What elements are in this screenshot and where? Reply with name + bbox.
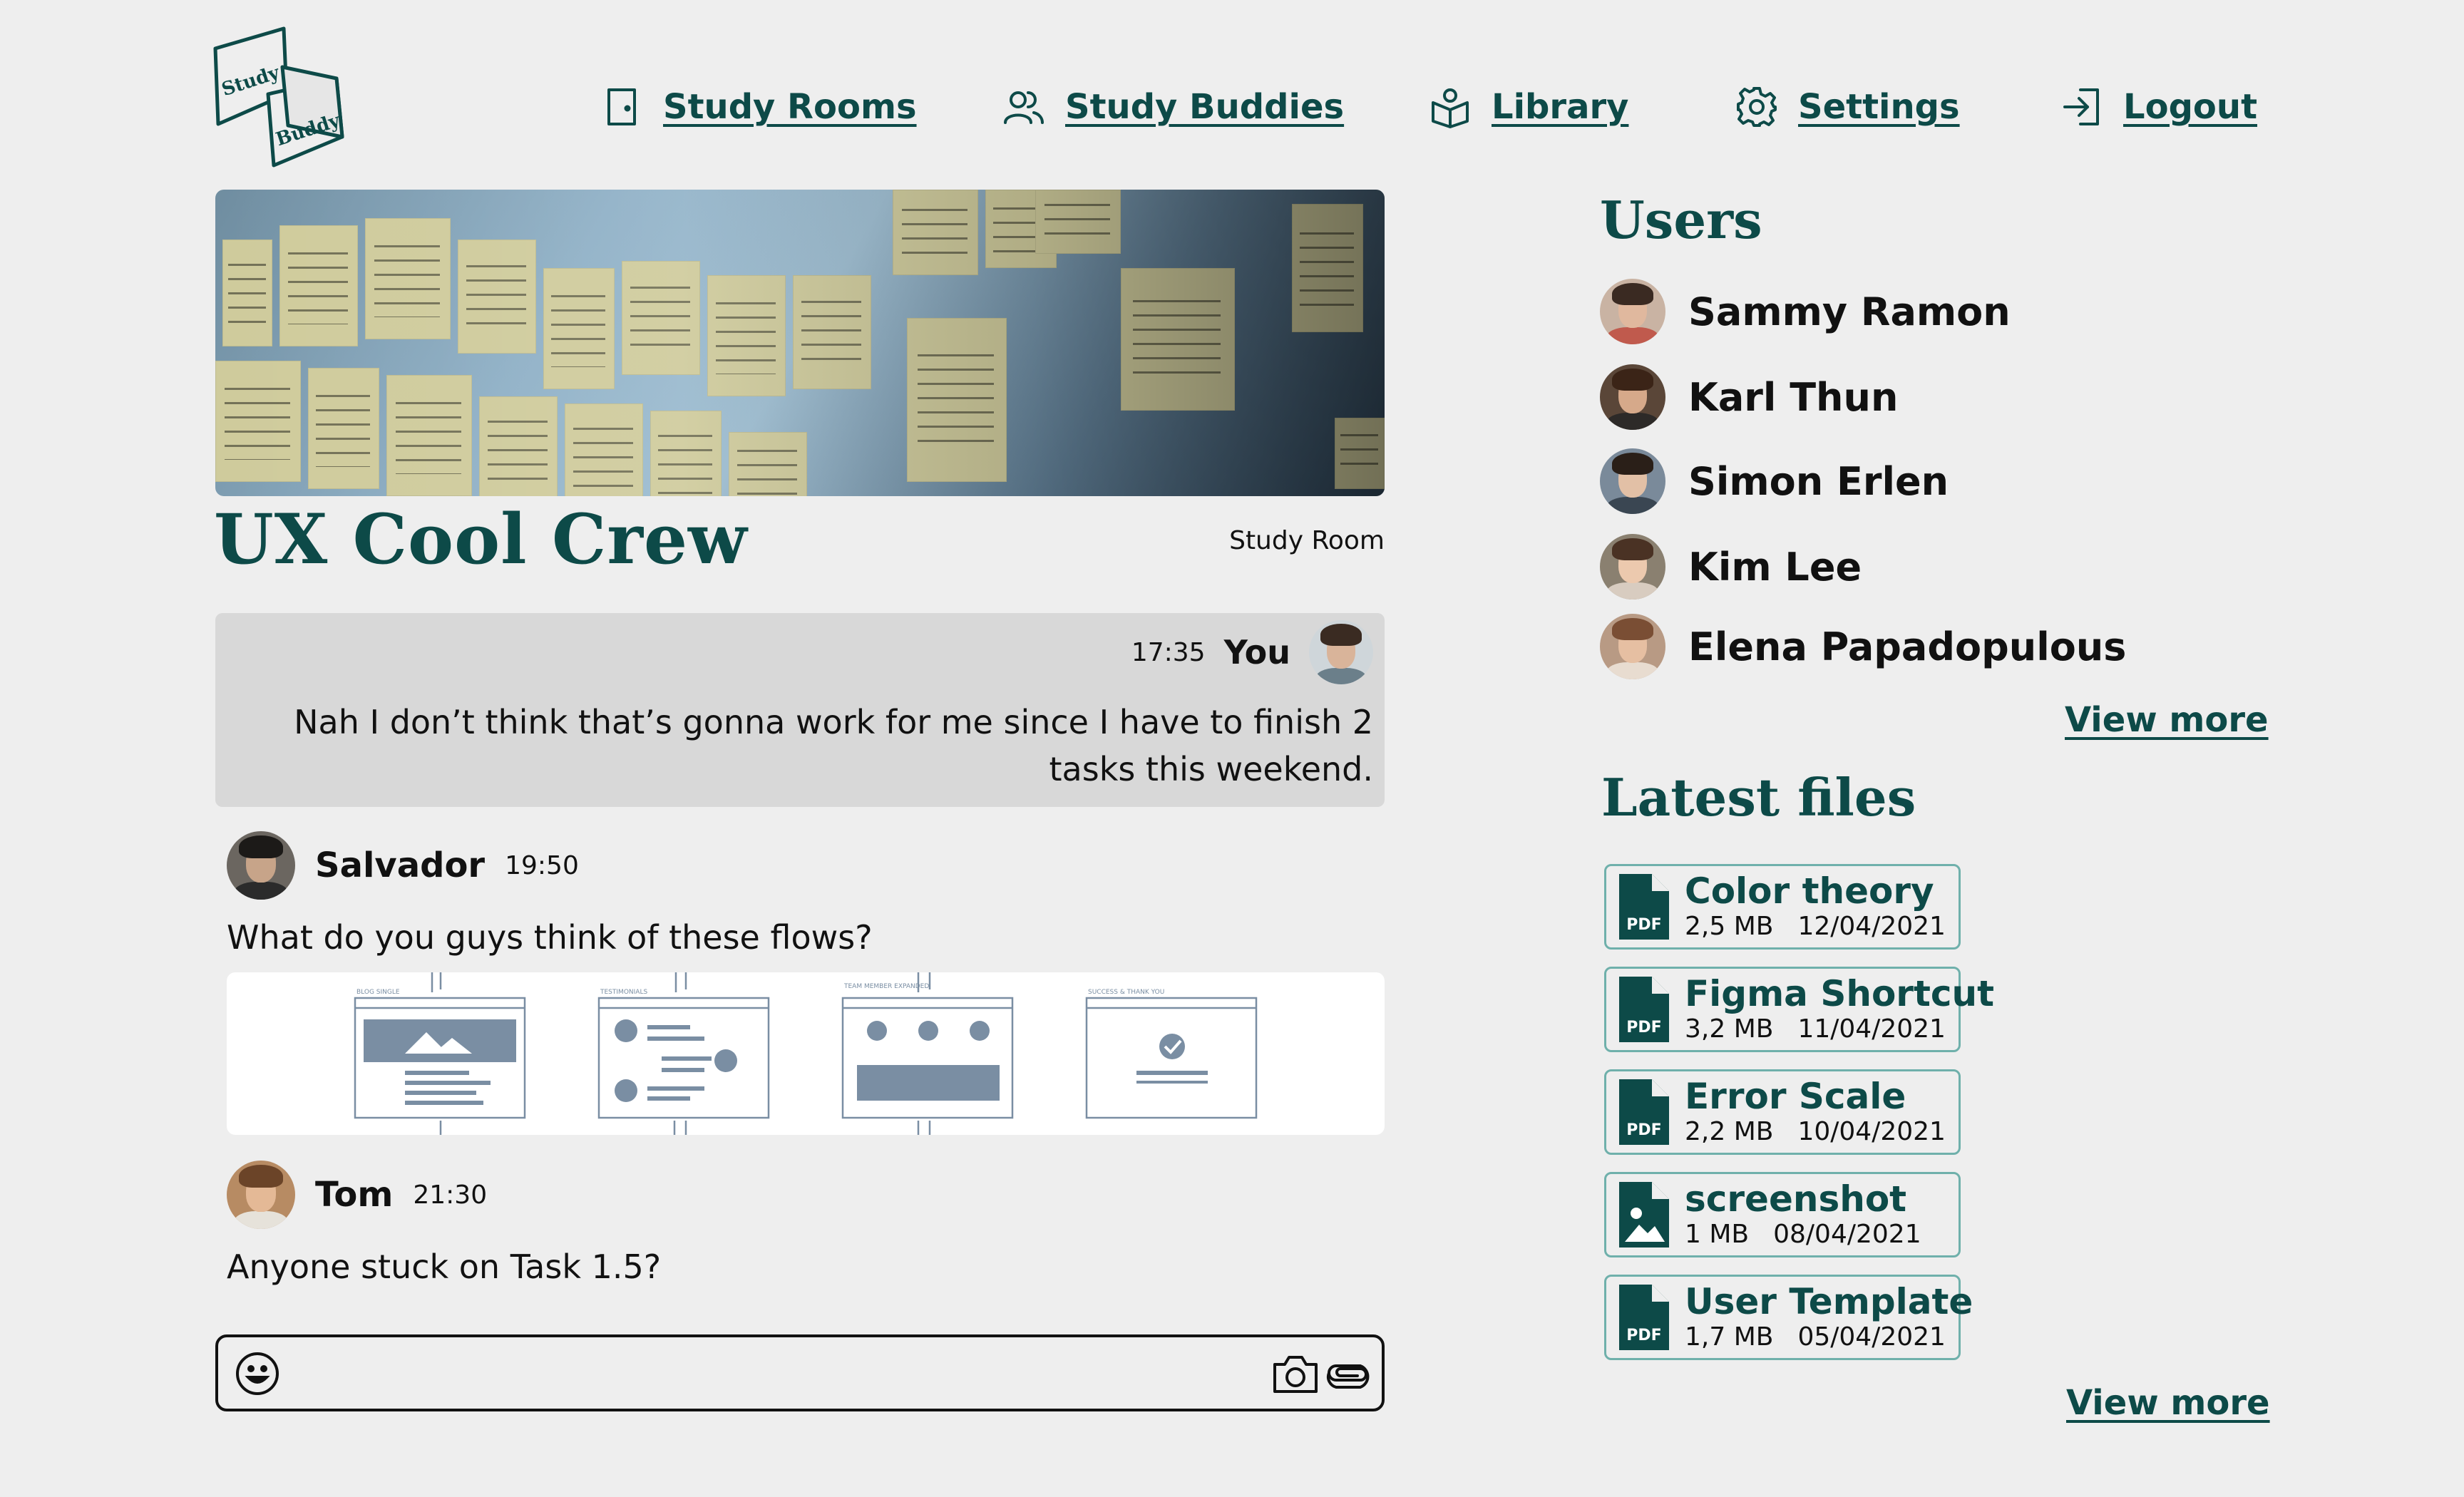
file-name: User Template	[1685, 1281, 1973, 1322]
nav-label: Logout	[2123, 87, 2258, 127]
pdf-file-icon: PDF	[1619, 1285, 1669, 1350]
message-mine: 17:35 You Nah I don’t think that’s gonna…	[215, 613, 1385, 807]
files-section-title: Latest files	[1601, 767, 1916, 828]
file-size: 1 MB	[1685, 1220, 1750, 1249]
room-type-label: Study Room	[1229, 526, 1385, 555]
file-name: screenshot	[1685, 1178, 1907, 1220]
file-card[interactable]: PDF Color theory 2,5 MB 12/04/2021	[1604, 864, 1961, 950]
study-buddy-logo[interactable]: Study Buddy	[211, 26, 346, 168]
nav-settings[interactable]: Settings	[1735, 78, 1960, 135]
file-card[interactable]: PDF Error Scale 2,2 MB 10/04/2021	[1604, 1069, 1961, 1155]
file-name: Error Scale	[1685, 1076, 1906, 1117]
pdf-file-icon: PDF	[1619, 874, 1669, 940]
nav-label: Study Rooms	[663, 87, 917, 127]
user-row[interactable]: Simon Erlen	[1600, 448, 1949, 515]
message-text: Nah I don’t think that’s gonna work for …	[294, 703, 1373, 788]
message-tom: Tom 21:30 Anyone stuck on Task 1.5?	[227, 1161, 661, 1286]
camera-icon[interactable]	[1272, 1352, 1319, 1396]
flow-label: BLOG SINGLE	[356, 989, 400, 996]
flows-wireframe: BLOG SINGLE TESTIMONIALS TEAM MEMBER EXP…	[354, 972, 1258, 1135]
image-file-icon	[1619, 1182, 1669, 1248]
file-date: 12/04/2021	[1797, 912, 1946, 941]
message-input[interactable]	[297, 1347, 1245, 1399]
message-salvador: Salvador 19:50 What do you guys think of…	[227, 831, 873, 957]
door-icon	[607, 88, 636, 125]
file-size: 2,2 MB	[1685, 1117, 1774, 1146]
message-composer	[215, 1334, 1385, 1411]
user-row[interactable]: Kim Lee	[1600, 533, 1862, 600]
flow-label: SUCCESS & THANK YOU	[1088, 989, 1164, 996]
message-author: Tom	[315, 1175, 394, 1215]
avatar-sammy-ramon	[1600, 279, 1665, 344]
nav-label: Study Buddies	[1065, 87, 1345, 127]
message-author: Salvador	[315, 845, 486, 885]
user-row[interactable]: Karl Thun	[1600, 364, 1898, 431]
flow-label: TESTIMONIALS	[600, 989, 647, 996]
user-row[interactable]: Elena Papadopulous	[1600, 613, 2126, 680]
avatar-elena-papadopulous	[1600, 614, 1665, 679]
file-date: 08/04/2021	[1773, 1220, 1921, 1249]
users-section-title: Users	[1600, 190, 1762, 250]
file-size: 2,5 MB	[1685, 912, 1774, 941]
user-row[interactable]: Sammy Ramon	[1600, 278, 2011, 345]
nav-logout[interactable]: Logout	[2060, 78, 2257, 135]
gear-icon	[1737, 87, 1777, 127]
avatar-simon-erlen	[1600, 448, 1665, 514]
nav-library[interactable]: Library	[1429, 78, 1628, 135]
user-name: Kim Lee	[1688, 544, 1862, 590]
file-size: 3,2 MB	[1685, 1014, 1774, 1044]
room-title: UX Cool Crew	[214, 499, 748, 580]
flow-label: TEAM MEMBER EXPANDED	[843, 983, 929, 990]
message-author: You	[1223, 633, 1290, 672]
file-card[interactable]: screenshot 1 MB 08/04/2021	[1604, 1172, 1961, 1257]
flows-attachment-image[interactable]: BLOG SINGLE TESTIMONIALS TEAM MEMBER EXP…	[227, 972, 1385, 1135]
message-time: 21:30	[413, 1180, 488, 1210]
file-card[interactable]: PDF Figma Shortcut 3,2 MB 11/04/2021	[1604, 967, 1994, 1052]
avatar-salvador[interactable]	[227, 831, 295, 900]
message-time: 19:50	[505, 850, 579, 880]
message-time: 17:35	[1131, 637, 1206, 667]
message-text: Anyone stuck on Task 1.5?	[227, 1248, 662, 1286]
file-date: 05/04/2021	[1797, 1322, 1946, 1352]
user-name: Karl Thun	[1688, 374, 1899, 420]
pdf-file-icon: PDF	[1619, 977, 1669, 1042]
file-card[interactable]: PDF User Template 1,7 MB 05/04/2021	[1604, 1275, 1973, 1360]
nav-label: Library	[1492, 87, 1629, 127]
user-name: Elena Papadopulous	[1688, 624, 2127, 669]
avatar-tom[interactable]	[227, 1161, 295, 1229]
user-name: Sammy Ramon	[1688, 289, 2011, 334]
nav-study-rooms[interactable]: Study Rooms	[600, 78, 917, 135]
file-kind-label: PDF	[1626, 1121, 1661, 1139]
avatar-you[interactable]	[1309, 620, 1373, 684]
nav-label: Settings	[1798, 87, 1960, 127]
message-text: What do you guys think of these flows?	[227, 918, 873, 957]
file-date: 11/04/2021	[1797, 1014, 1946, 1044]
file-kind-label: PDF	[1626, 1019, 1661, 1036]
files-view-more-link[interactable]: View more	[2066, 1383, 2270, 1423]
file-name: Figma Shortcut	[1685, 973, 1994, 1014]
users-view-more-link[interactable]: View more	[2065, 700, 2269, 740]
room-banner-image	[215, 190, 1385, 496]
emoji-icon[interactable]	[234, 1350, 281, 1397]
file-name: Color theory	[1685, 870, 1934, 912]
paperclip-icon[interactable]	[1325, 1357, 1372, 1390]
user-name: Simon Erlen	[1688, 458, 1949, 504]
file-size: 1,7 MB	[1685, 1322, 1774, 1352]
pdf-file-icon: PDF	[1619, 1079, 1669, 1145]
logout-icon	[2063, 88, 2099, 125]
nav-study-buddies[interactable]: Study Buddies	[1002, 78, 1344, 135]
avatar-kim-lee	[1600, 534, 1665, 600]
users-icon	[1004, 91, 1044, 124]
avatar-karl-thun	[1600, 364, 1665, 430]
file-date: 10/04/2021	[1797, 1117, 1946, 1146]
file-kind-label: PDF	[1626, 916, 1661, 934]
file-kind-label: PDF	[1626, 1327, 1661, 1344]
book-icon	[1432, 88, 1469, 128]
